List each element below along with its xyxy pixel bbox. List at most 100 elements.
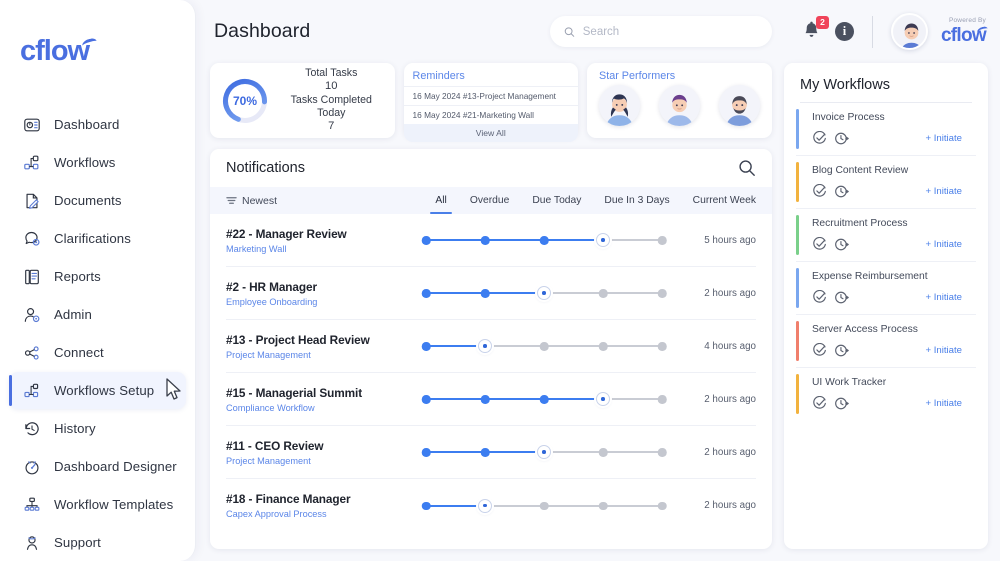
sidebar-item-clarifications[interactable]: Clarifications [9,220,186,257]
sort-newest-button[interactable]: Newest [226,195,277,207]
reminders-view-all-button[interactable]: View All [403,124,578,142]
clarifications-icon [22,229,41,248]
initiate-button[interactable]: + Initiate [925,239,962,250]
admin-icon [22,305,41,324]
progress-step-complete [421,236,431,245]
sidebar-item-dashboard-designer[interactable]: Dashboard Designer [9,448,186,485]
star-performers-avatars [599,85,760,126]
check-circle-icon[interactable] [812,183,827,199]
check-circle-icon[interactable] [812,395,827,411]
star-performer-avatar[interactable] [659,85,700,126]
check-circle-icon [813,130,826,144]
initiate-button[interactable]: + Initiate [925,133,962,144]
notifications-bell-button[interactable]: 2 [802,15,829,43]
notification-row[interactable]: #13 - Project Head Review Project Managem… [226,320,756,373]
notification-workflow-link[interactable]: Project Management [226,350,416,360]
workflow-item[interactable]: UI Work Tracker + Initiate [796,368,976,420]
notification-text: #11 - CEO Review Project Management [226,439,416,466]
notification-workflow-link[interactable]: Marketing Wall [226,244,416,254]
sidebar-item-workflows-setup[interactable]: Workflows Setup [9,372,186,409]
notification-badge: 2 [815,15,829,29]
notification-workflow-link[interactable]: Compliance Workflow [226,403,416,413]
progress-step-current [537,445,551,459]
content-area: 70% Total Tasks 10 Tasks Completed Today… [196,63,1000,561]
initiate-button[interactable]: + Initiate [925,292,962,303]
main-area: Dashboard 2 i [196,0,1000,561]
check-circle-icon[interactable] [812,130,827,146]
notification-row[interactable]: #11 - CEO Review Project Management 2 hour… [226,426,756,479]
workflow-item[interactable]: Invoice Process + Initiate [796,103,976,156]
sidebar-item-documents[interactable]: Documents [9,182,186,219]
powered-by-brand: Powered By cflow [941,18,989,45]
progress-step-complete [421,501,431,510]
reminder-item[interactable]: 16 May 2024 #13-Project Management [403,86,578,105]
sidebar-item-admin[interactable]: Admin [9,296,186,333]
sidebar-item-support[interactable]: Support [9,524,186,561]
tab-overdue[interactable]: Overdue [470,187,510,214]
global-search[interactable] [549,16,772,47]
notification-text: #2 - HR Manager Employee Onboarding [226,280,416,307]
tab-all[interactable]: All [430,187,453,214]
star-performer-avatar[interactable] [599,85,640,126]
reminder-item[interactable]: 16 May 2024 #21-Marketing Wall [403,105,578,124]
progress-step-complete [539,395,549,404]
notification-progress [416,392,680,406]
initiate-button[interactable]: + Initiate [925,345,962,356]
page-title: Dashboard [214,20,311,42]
workflow-item[interactable]: Expense Reimbursement + Initiate [796,262,976,315]
sidebar-item-history[interactable]: History [9,410,186,447]
notification-workflow-link[interactable]: Employee Onboarding [226,297,416,307]
clock-arrow-icon[interactable] [834,237,849,252]
workflow-item[interactable]: Blog Content Review + Initiate [796,156,976,209]
workflow-name: Invoice Process [812,112,885,123]
progress-fill [426,504,485,507]
check-circle-icon[interactable] [812,236,827,252]
progress-step-current [537,286,551,300]
clock-arrow-icon[interactable] [834,184,849,199]
check-circle-icon[interactable] [812,342,827,358]
progress-fill [426,345,485,348]
reminders-list: 16 May 2024 #13-Project Management 16 May… [403,86,578,124]
notification-workflow-link[interactable]: Capex Approval Process [226,509,416,519]
workflow-name: Recruitment Process [812,218,908,229]
notifications-list: #22 - Manager Review Marketing Wall 5 hour… [210,214,772,549]
clock-arrow-icon[interactable] [834,396,849,411]
workflow-actions: + Initiate [812,130,962,146]
sidebar-item-workflows[interactable]: Workflows [9,144,186,181]
dashboard-icon [22,115,41,134]
sidebar-item-workflow-templates[interactable]: Workflow Templates [9,486,186,523]
tab-current-week[interactable]: Current Week [693,187,756,214]
sidebar-item-reports[interactable]: Reports [9,258,186,295]
clock-arrow-icon[interactable] [834,131,849,146]
clock-arrow-icon[interactable] [834,343,849,358]
info-icon[interactable]: i [834,22,854,41]
sidebar-item-connect[interactable]: Connect [9,334,186,371]
notifications-search-icon[interactable] [738,159,756,177]
notification-workflow-link[interactable]: Project Management [226,456,416,466]
tab-due-today[interactable]: Due Today [532,187,581,214]
progress-step-complete [421,395,431,404]
sidebar-item-dashboard[interactable]: Dashboard [9,106,186,143]
search-input[interactable] [582,25,758,38]
user-avatar[interactable] [890,13,928,50]
notification-row[interactable]: #18 - Finance Manager Capex Approval Proc… [226,479,756,532]
star-performer-avatar[interactable] [719,85,760,126]
progress-fill [426,239,603,242]
notification-title: #2 - HR Manager [226,279,317,294]
notification-text: #22 - Manager Review Marketing Wall [226,227,416,254]
notification-row[interactable]: #2 - HR Manager Employee Onboarding 2 hour… [226,267,756,320]
clock-arrow-icon[interactable] [834,290,849,305]
my-workflows-header: My Workflows [784,63,988,102]
initiate-button[interactable]: + Initiate [925,398,962,409]
tasks-summary-text: Total Tasks 10 Tasks Completed Today 7 [278,67,385,133]
workflow-item[interactable]: Recruitment Process + Initiate [796,209,976,262]
sidebar-item-label: Admin [54,307,92,322]
check-circle-icon[interactable] [812,289,827,305]
notification-row[interactable]: #15 - Managerial Summit Compliance Workfl… [226,373,756,426]
initiate-button[interactable]: + Initiate [925,186,962,197]
progress-step-pending [657,395,667,404]
workflow-item[interactable]: Server Access Process + Initiate [796,315,976,368]
notification-row[interactable]: #22 - Manager Review Marketing Wall 5 hour… [226,214,756,267]
tab-due-in-3-days[interactable]: Due In 3 Days [604,187,669,214]
progress-step-complete [421,342,431,351]
